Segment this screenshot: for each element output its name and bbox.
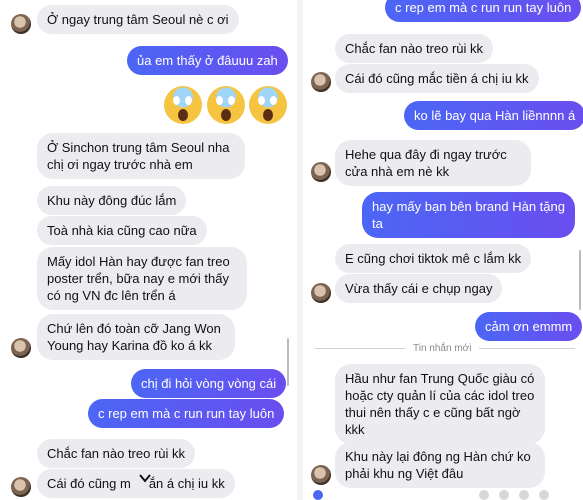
message-incoming[interactable]: E cũng chơi tiktok mê c lắm kk <box>335 244 532 273</box>
message-text: Khu này lại đông ng Hàn chứ ko phải khu … <box>345 449 531 481</box>
new-messages-label: Tin nhắn mới <box>413 343 472 354</box>
message-incoming[interactable]: Vừa thấy cái e chụp ngay <box>335 274 503 303</box>
scrollbar[interactable] <box>287 338 289 386</box>
message-incoming[interactable]: Toà nhà kia cũng cao nữa <box>37 216 207 245</box>
avatar[interactable] <box>313 490 323 500</box>
chat-panel-right: c rep em mà c run run tay luôn Chắc fan … <box>303 0 583 500</box>
toolbar-icon[interactable] <box>539 490 549 500</box>
message-text: Toà nhà kia cũng cao nữa <box>47 223 197 238</box>
message-text: Vừa thấy cái e chụp ngay <box>345 281 493 296</box>
message-text: c rep em mà c run run tay luôn <box>98 406 275 421</box>
avatar[interactable] <box>11 338 31 358</box>
toolbar-icon[interactable] <box>479 490 489 500</box>
screaming-face-emoji <box>164 86 202 124</box>
message-incoming[interactable]: Chắc fan nào treo rùi kk <box>37 439 196 468</box>
message-incoming[interactable]: Hầu như fan Trung Quốc giàu có hoặc cty … <box>335 364 545 444</box>
message-incoming[interactable]: Khu này đông đúc lắm <box>37 186 187 215</box>
message-incoming[interactable]: Cái đó cũng m ắn á chị iu kk <box>37 469 235 498</box>
message-text: Hầu như fan Trung Quốc giàu có hoặc cty … <box>345 371 535 437</box>
message-incoming[interactable]: Khu này lại đông ng Hàn chứ ko phải khu … <box>335 442 545 488</box>
chat-panel-left: Ở ngay trung tâm Seoul nè c ơi ủa em thấ… <box>0 0 297 500</box>
screaming-face-emoji <box>249 86 287 124</box>
message-text: Chắc fan nào treo rùi kk <box>345 41 484 56</box>
message-text: Mấy idol Hàn hay được fan treo poster tr… <box>47 254 230 303</box>
message-incoming[interactable]: Mấy idol Hàn hay được fan treo poster tr… <box>37 247 247 310</box>
message-text: Cái đó cũng mắc tiền á chị iu kk <box>345 71 529 86</box>
message-outgoing[interactable]: ko lẽ bay qua Hàn liềnnnn á <box>404 101 583 130</box>
message-incoming[interactable]: Chắc fan nào treo rùi kk <box>335 34 494 63</box>
message-text: E cũng chơi tiktok mê c lắm kk <box>345 251 522 266</box>
message-text: ắn á chị iu kk <box>148 476 225 491</box>
message-text: Chứ lên đó toàn cỡ Jang Won Young hay Ka… <box>47 321 221 353</box>
message-outgoing[interactable]: c rep em mà c run run tay luôn <box>385 0 582 22</box>
message-incoming[interactable]: Cái đó cũng mắc tiền á chị iu kk <box>335 64 539 93</box>
new-messages-divider <box>315 348 405 349</box>
message-incoming[interactable]: Hehe qua đây đi ngay trước cửa nhà em nè… <box>335 140 531 186</box>
message-outgoing[interactable]: cảm ơn emmm <box>475 312 583 341</box>
message-text: Khu này đông đúc lắm <box>47 193 177 208</box>
message-text: ủa em thấy ở đâuuu zah <box>137 53 278 68</box>
message-incoming[interactable]: Ở Sinchon trung tâm Seoul nha chị ơi nga… <box>37 133 245 179</box>
avatar[interactable] <box>311 283 331 303</box>
message-text: Ở ngay trung tâm Seoul nè c ơi <box>47 12 229 27</box>
message-outgoing[interactable]: c rep em mà c run run tay luôn <box>88 399 285 428</box>
message-text: chị đi hỏi vòng vòng cái <box>141 376 277 391</box>
message-text: Hehe qua đây đi ngay trước cửa nhà em nè… <box>345 147 507 179</box>
message-outgoing[interactable]: ủa em thấy ở đâuuu zah <box>127 46 288 75</box>
message-text: Cái đó cũng m <box>47 476 131 491</box>
new-messages-divider <box>479 348 575 349</box>
message-text: c rep em mà c run run tay luôn <box>395 0 572 15</box>
scrollbar[interactable] <box>579 250 581 310</box>
message-outgoing[interactable]: chị đi hỏi vòng vòng cái <box>131 369 287 398</box>
message-text: ko lẽ bay qua Hàn liềnnnn á <box>414 108 576 123</box>
message-text: cảm ơn emmm <box>485 319 573 334</box>
composer-toolbar <box>303 488 583 500</box>
message-outgoing[interactable]: hay mấy bạn bên brand Hàn tặng ta <box>362 192 575 238</box>
message-text: Ở Sinchon trung tâm Seoul nha chị ơi nga… <box>47 140 230 172</box>
message-incoming[interactable]: Ở ngay trung tâm Seoul nè c ơi <box>37 5 239 34</box>
chevron-down-icon[interactable] <box>138 471 152 485</box>
message-text: Chắc fan nào treo rùi kk <box>47 446 186 461</box>
toolbar-icon[interactable] <box>519 490 529 500</box>
avatar[interactable] <box>311 465 331 485</box>
avatar[interactable] <box>311 72 331 92</box>
toolbar-icon[interactable] <box>499 490 509 500</box>
message-text: hay mấy bạn bên brand Hàn tặng ta <box>372 199 565 231</box>
avatar[interactable] <box>11 477 31 497</box>
message-incoming[interactable]: Chứ lên đó toàn cỡ Jang Won Young hay Ka… <box>37 314 235 360</box>
screaming-face-emoji <box>207 86 245 124</box>
avatar[interactable] <box>11 14 31 34</box>
avatar[interactable] <box>311 162 331 182</box>
